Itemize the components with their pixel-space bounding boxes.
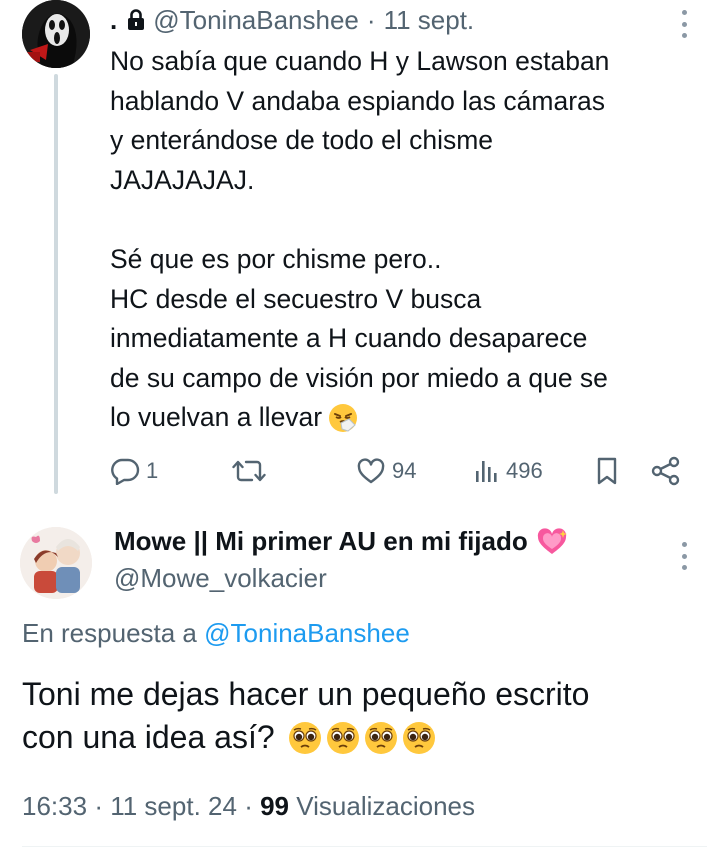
in-reply-to-handle-link[interactable]: @ToninaBanshee bbox=[204, 618, 410, 648]
meta-separator: · bbox=[94, 791, 103, 821]
pleading-face-emoji-icon bbox=[326, 722, 359, 754]
pleading-emojis bbox=[284, 721, 436, 755]
reply-views-count: 99 bbox=[260, 791, 290, 821]
sneezing-face-emoji-icon bbox=[328, 403, 358, 445]
tweet-line: Sé que es por chisme pero.. bbox=[110, 244, 442, 274]
tweet-text: No sabía que cuando H y Lawson estaban h… bbox=[110, 42, 700, 445]
views-count: 496 bbox=[506, 458, 543, 483]
meta-separator: · bbox=[244, 791, 253, 821]
in-reply-to-line: En respuesta a @ToninaBanshee bbox=[22, 618, 410, 649]
reply-line-text: con una idea así? bbox=[22, 719, 275, 755]
reply-more-options-icon[interactable] bbox=[680, 542, 688, 570]
reply-views-label: Visualizaciones bbox=[296, 791, 475, 821]
pleading-face-emoji-icon bbox=[288, 722, 321, 754]
reply-count: 1 bbox=[146, 458, 159, 483]
reply-date[interactable]: 11 sept. 24 bbox=[110, 791, 237, 821]
reply-button[interactable]: 1 bbox=[110, 453, 158, 489]
share-icon bbox=[650, 456, 682, 486]
thread-connector-line bbox=[54, 74, 58, 494]
tweet-line-last: lo vuelvan a llevar bbox=[110, 398, 700, 445]
share-button[interactable] bbox=[650, 453, 682, 489]
tweet-header: . @ToninaBanshee · 11 sept. bbox=[110, 4, 474, 36]
reply-author-name-text: Mowe || Mi primer AU en mi fijado bbox=[114, 526, 528, 556]
avatar-toninabanshee[interactable] bbox=[22, 0, 90, 68]
reply-author-name[interactable]: Mowe || Mi primer AU en mi fijado bbox=[114, 526, 568, 557]
header-separator: · bbox=[366, 4, 376, 35]
tweet-line: y enterándose de todo el chisme bbox=[110, 125, 494, 155]
tweet-thread-screen: . @ToninaBanshee · 11 sept. No sabía que… bbox=[0, 0, 707, 850]
reply-text: Toni me dejas hacer un pequeño escrito c… bbox=[22, 673, 702, 759]
reply-author-handle[interactable]: @Mowe_volkacier bbox=[114, 563, 327, 594]
tweet-line: hablando V andaba espiando las cámaras bbox=[110, 85, 606, 116]
heart-icon bbox=[356, 457, 386, 485]
lock-icon bbox=[127, 9, 145, 31]
pleading-face-emoji-icon bbox=[364, 722, 397, 754]
reply-metadata: 16:33 · 11 sept. 24 · 99 Visualizaciones bbox=[22, 791, 475, 822]
sparkling-heart-emoji-icon bbox=[536, 527, 568, 556]
tweet-line: No sabía que cuando H y Lawson estaban bbox=[110, 46, 610, 76]
bookmark-button[interactable] bbox=[594, 453, 620, 489]
tweet-actions-bar: 1 94 496 bbox=[110, 453, 690, 489]
tweet-line: de su campo de visión por miedo a que se bbox=[110, 362, 608, 393]
author-handle[interactable]: @ToninaBanshee bbox=[153, 5, 359, 36]
analytics-icon bbox=[474, 457, 500, 485]
reply-line: Toni me dejas hacer un pequeño escrito bbox=[22, 676, 590, 712]
bottom-divider bbox=[22, 846, 707, 847]
avatar-mowe-volkacier[interactable] bbox=[20, 527, 92, 599]
in-reply-to-prefix: En respuesta a bbox=[22, 618, 197, 648]
reply-time[interactable]: 16:33 bbox=[22, 791, 87, 821]
like-button[interactable]: 94 bbox=[356, 453, 416, 489]
bookmark-icon bbox=[594, 456, 620, 486]
tweet-time[interactable]: 11 sept. bbox=[384, 5, 475, 36]
reply-line: con una idea así? bbox=[22, 716, 702, 759]
views-button[interactable]: 496 bbox=[474, 453, 543, 489]
tweet-line: inmediatamente a H cuando desaparece bbox=[110, 323, 588, 353]
tweet-line: HC desde el secuestro V busca bbox=[110, 283, 482, 314]
author-name[interactable]: . bbox=[110, 5, 117, 36]
tweet-line: JAJAJAJAJ. bbox=[110, 164, 255, 195]
pleading-face-emoji-icon bbox=[402, 722, 435, 754]
tweet-line-text: lo vuelvan a llevar bbox=[110, 402, 323, 432]
reply-icon bbox=[110, 457, 140, 485]
retweet-icon bbox=[232, 457, 266, 485]
like-count: 94 bbox=[392, 458, 417, 483]
retweet-button[interactable] bbox=[232, 453, 272, 489]
more-options-icon[interactable] bbox=[680, 10, 688, 38]
